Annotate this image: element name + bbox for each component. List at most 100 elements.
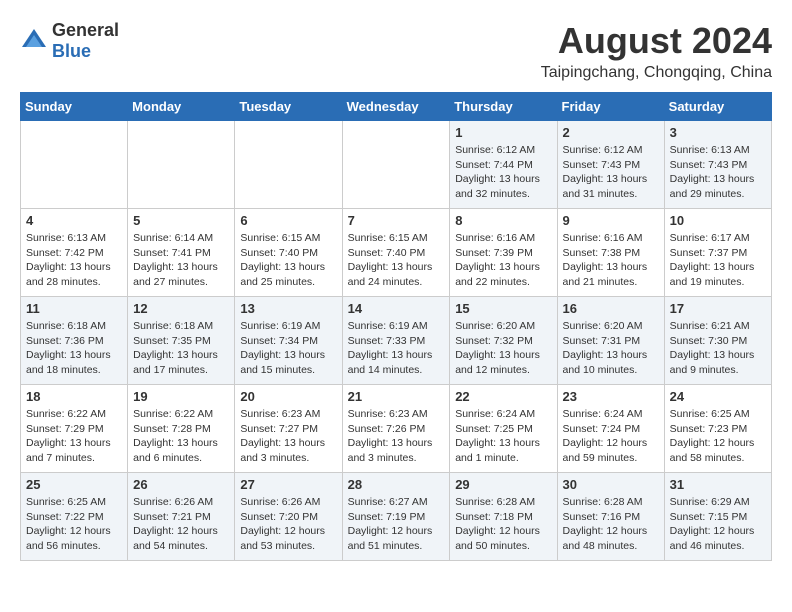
day-info: Sunrise: 6:24 AM Sunset: 7:24 PM Dayligh… — [563, 407, 659, 466]
day-number: 5 — [133, 213, 229, 228]
calendar-cell: 17 Sunrise: 6:21 AM Sunset: 7:30 PM Dayli… — [664, 297, 771, 385]
day-info: Sunrise: 6:15 AM Sunset: 7:40 PM Dayligh… — [240, 231, 336, 290]
calendar-cell: 4 Sunrise: 6:13 AM Sunset: 7:42 PM Daylig… — [21, 209, 128, 297]
calendar-cell: 7 Sunrise: 6:15 AM Sunset: 7:40 PM Daylig… — [342, 209, 450, 297]
calendar-cell: 23 Sunrise: 6:24 AM Sunset: 7:24 PM Dayli… — [557, 385, 664, 473]
day-info: Sunrise: 6:17 AM Sunset: 7:37 PM Dayligh… — [670, 231, 766, 290]
calendar-week-row: 4 Sunrise: 6:13 AM Sunset: 7:42 PM Daylig… — [21, 209, 772, 297]
calendar-cell: 20 Sunrise: 6:23 AM Sunset: 7:27 PM Dayli… — [235, 385, 342, 473]
day-info: Sunrise: 6:18 AM Sunset: 7:36 PM Dayligh… — [26, 319, 122, 378]
day-info: Sunrise: 6:19 AM Sunset: 7:34 PM Dayligh… — [240, 319, 336, 378]
calendar-week-row: 1 Sunrise: 6:12 AM Sunset: 7:44 PM Daylig… — [21, 121, 772, 209]
day-number: 23 — [563, 389, 659, 404]
logo-blue: Blue — [52, 41, 91, 61]
day-number: 8 — [455, 213, 551, 228]
day-info: Sunrise: 6:19 AM Sunset: 7:33 PM Dayligh… — [348, 319, 445, 378]
day-number: 29 — [455, 477, 551, 492]
day-number: 11 — [26, 301, 122, 316]
day-number: 16 — [563, 301, 659, 316]
calendar-cell: 24Sunrise: 6:25 AM Sunset: 7:23 PM Dayli… — [664, 385, 771, 473]
day-info: Sunrise: 6:13 AM Sunset: 7:43 PM Dayligh… — [670, 143, 766, 202]
page-header: General Blue August 2024 Taipingchang, C… — [20, 20, 772, 82]
day-number: 14 — [348, 301, 445, 316]
day-info: Sunrise: 6:23 AM Sunset: 7:27 PM Dayligh… — [240, 407, 336, 466]
calendar-cell: 15 Sunrise: 6:20 AM Sunset: 7:32 PM Dayli… — [450, 297, 557, 385]
day-info: Sunrise: 6:23 AM Sunset: 7:26 PM Dayligh… — [348, 407, 445, 466]
calendar-cell — [342, 121, 450, 209]
calendar-cell: 3 Sunrise: 6:13 AM Sunset: 7:43 PM Daylig… — [664, 121, 771, 209]
day-number: 15 — [455, 301, 551, 316]
day-info: Sunrise: 6:13 AM Sunset: 7:42 PM Dayligh… — [26, 231, 122, 290]
calendar-cell: 28 Sunrise: 6:27 AM Sunset: 7:19 PM Dayli… — [342, 473, 450, 561]
month-title: August 2024 — [541, 20, 772, 62]
weekday-header-saturday: Saturday — [664, 93, 771, 121]
logo: General Blue — [20, 20, 119, 62]
calendar-cell: 21 Sunrise: 6:23 AM Sunset: 7:26 PM Dayli… — [342, 385, 450, 473]
day-info: Sunrise: 6:16 AM Sunset: 7:38 PM Dayligh… — [563, 231, 659, 290]
calendar-cell: 5 Sunrise: 6:14 AM Sunset: 7:41 PM Daylig… — [128, 209, 235, 297]
calendar-cell: 27Sunrise: 6:26 AM Sunset: 7:20 PM Dayli… — [235, 473, 342, 561]
day-number: 13 — [240, 301, 336, 316]
weekday-header-wednesday: Wednesday — [342, 93, 450, 121]
calendar-week-row: 11 Sunrise: 6:18 AM Sunset: 7:36 PM Dayli… — [21, 297, 772, 385]
day-info: Sunrise: 6:21 AM Sunset: 7:30 PM Dayligh… — [670, 319, 766, 378]
location-title: Taipingchang, Chongqing, China — [541, 64, 772, 82]
calendar-cell: 13 Sunrise: 6:19 AM Sunset: 7:34 PM Dayli… — [235, 297, 342, 385]
calendar-cell: 31 Sunrise: 6:29 AM Sunset: 7:15 PM Dayli… — [664, 473, 771, 561]
calendar-cell: 9 Sunrise: 6:16 AM Sunset: 7:38 PM Daylig… — [557, 209, 664, 297]
day-info: Sunrise: 6:15 AM Sunset: 7:40 PM Dayligh… — [348, 231, 445, 290]
day-number: 25 — [26, 477, 122, 492]
calendar-cell: 18 Sunrise: 6:22 AM Sunset: 7:29 PM Dayli… — [21, 385, 128, 473]
calendar-cell: 14 Sunrise: 6:19 AM Sunset: 7:33 PM Dayli… — [342, 297, 450, 385]
day-info: Sunrise: 6:18 AM Sunset: 7:35 PM Dayligh… — [133, 319, 229, 378]
calendar-cell: 19Sunrise: 6:22 AM Sunset: 7:28 PM Dayli… — [128, 385, 235, 473]
logo-general: General — [52, 20, 119, 40]
day-number: 31 — [670, 477, 766, 492]
weekday-header-thursday: Thursday — [450, 93, 557, 121]
calendar-cell: 26Sunrise: 6:26 AM Sunset: 7:21 PM Dayli… — [128, 473, 235, 561]
day-number: 27 — [240, 477, 336, 492]
day-number: 18 — [26, 389, 122, 404]
day-info: Sunrise: 6:16 AM Sunset: 7:39 PM Dayligh… — [455, 231, 551, 290]
day-number: 21 — [348, 389, 445, 404]
day-info: Sunrise: 6:22 AM Sunset: 7:29 PM Dayligh… — [26, 407, 122, 466]
calendar-cell: 1 Sunrise: 6:12 AM Sunset: 7:44 PM Daylig… — [450, 121, 557, 209]
day-number: 1 — [455, 125, 551, 140]
calendar-cell: 12Sunrise: 6:18 AM Sunset: 7:35 PM Dayli… — [128, 297, 235, 385]
day-number: 17 — [670, 301, 766, 316]
day-info: Sunrise: 6:12 AM Sunset: 7:44 PM Dayligh… — [455, 143, 551, 202]
calendar-cell — [21, 121, 128, 209]
day-number: 22 — [455, 389, 551, 404]
day-number: 7 — [348, 213, 445, 228]
calendar-cell: 8 Sunrise: 6:16 AM Sunset: 7:39 PM Daylig… — [450, 209, 557, 297]
day-info: Sunrise: 6:24 AM Sunset: 7:25 PM Dayligh… — [455, 407, 551, 466]
title-block: August 2024 Taipingchang, Chongqing, Chi… — [541, 20, 772, 82]
calendar-cell: 11 Sunrise: 6:18 AM Sunset: 7:36 PM Dayli… — [21, 297, 128, 385]
day-info: Sunrise: 6:14 AM Sunset: 7:41 PM Dayligh… — [133, 231, 229, 290]
calendar-week-row: 18 Sunrise: 6:22 AM Sunset: 7:29 PM Dayli… — [21, 385, 772, 473]
day-info: Sunrise: 6:29 AM Sunset: 7:15 PM Dayligh… — [670, 495, 766, 554]
day-number: 19 — [133, 389, 229, 404]
day-info: Sunrise: 6:27 AM Sunset: 7:19 PM Dayligh… — [348, 495, 445, 554]
calendar-cell: 30 Sunrise: 6:28 AM Sunset: 7:16 PM Dayli… — [557, 473, 664, 561]
calendar-cell — [128, 121, 235, 209]
weekday-header-row: SundayMondayTuesdayWednesdayThursdayFrid… — [21, 93, 772, 121]
day-number: 2 — [563, 125, 659, 140]
day-number: 3 — [670, 125, 766, 140]
day-number: 10 — [670, 213, 766, 228]
calendar-cell: 25Sunrise: 6:25 AM Sunset: 7:22 PM Dayli… — [21, 473, 128, 561]
weekday-header-sunday: Sunday — [21, 93, 128, 121]
calendar-cell: 2Sunrise: 6:12 AM Sunset: 7:43 PM Daylig… — [557, 121, 664, 209]
day-number: 9 — [563, 213, 659, 228]
day-info: Sunrise: 6:28 AM Sunset: 7:16 PM Dayligh… — [563, 495, 659, 554]
calendar-table: SundayMondayTuesdayWednesdayThursdayFrid… — [20, 92, 772, 561]
day-info: Sunrise: 6:25 AM Sunset: 7:23 PM Dayligh… — [670, 407, 766, 466]
day-number: 30 — [563, 477, 659, 492]
calendar-cell — [235, 121, 342, 209]
calendar-cell: 22 Sunrise: 6:24 AM Sunset: 7:25 PM Dayli… — [450, 385, 557, 473]
day-number: 20 — [240, 389, 336, 404]
day-number: 4 — [26, 213, 122, 228]
day-number: 28 — [348, 477, 445, 492]
day-info: Sunrise: 6:20 AM Sunset: 7:32 PM Dayligh… — [455, 319, 551, 378]
day-info: Sunrise: 6:20 AM Sunset: 7:31 PM Dayligh… — [563, 319, 659, 378]
